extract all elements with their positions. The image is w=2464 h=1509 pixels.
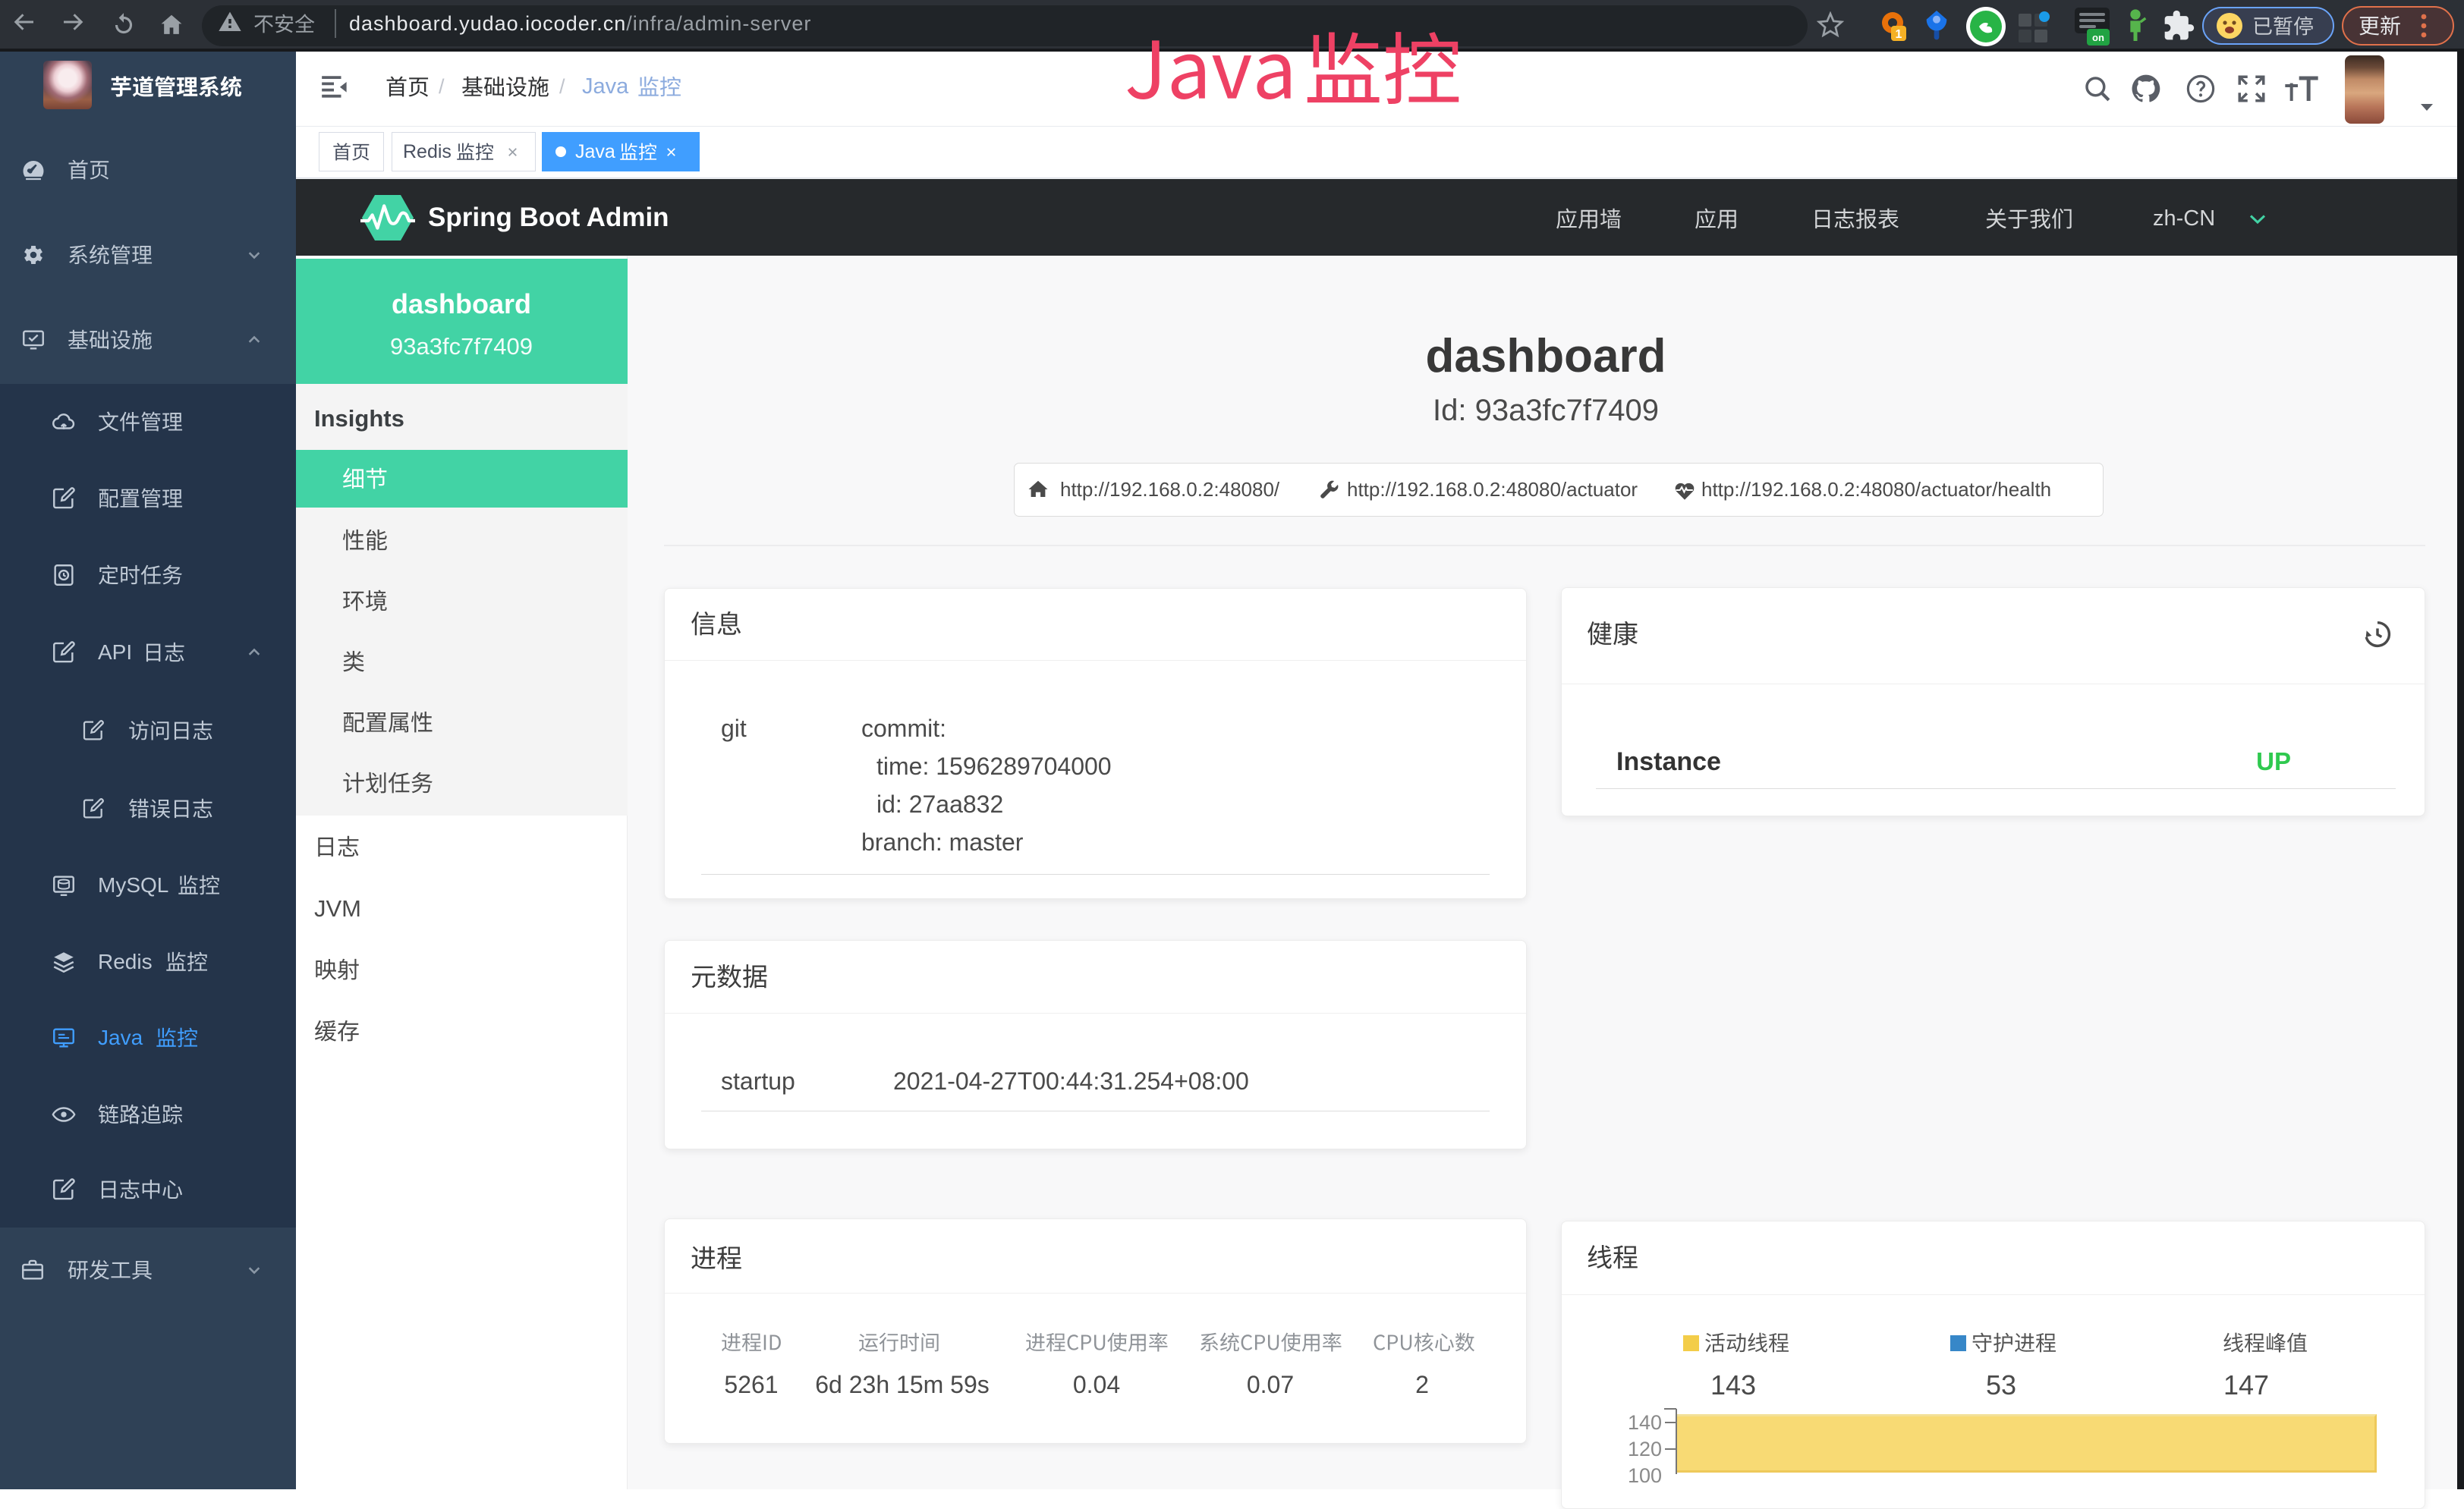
svg-text:on: on: [2092, 32, 2104, 43]
svg-text:1: 1: [1896, 28, 1902, 41]
